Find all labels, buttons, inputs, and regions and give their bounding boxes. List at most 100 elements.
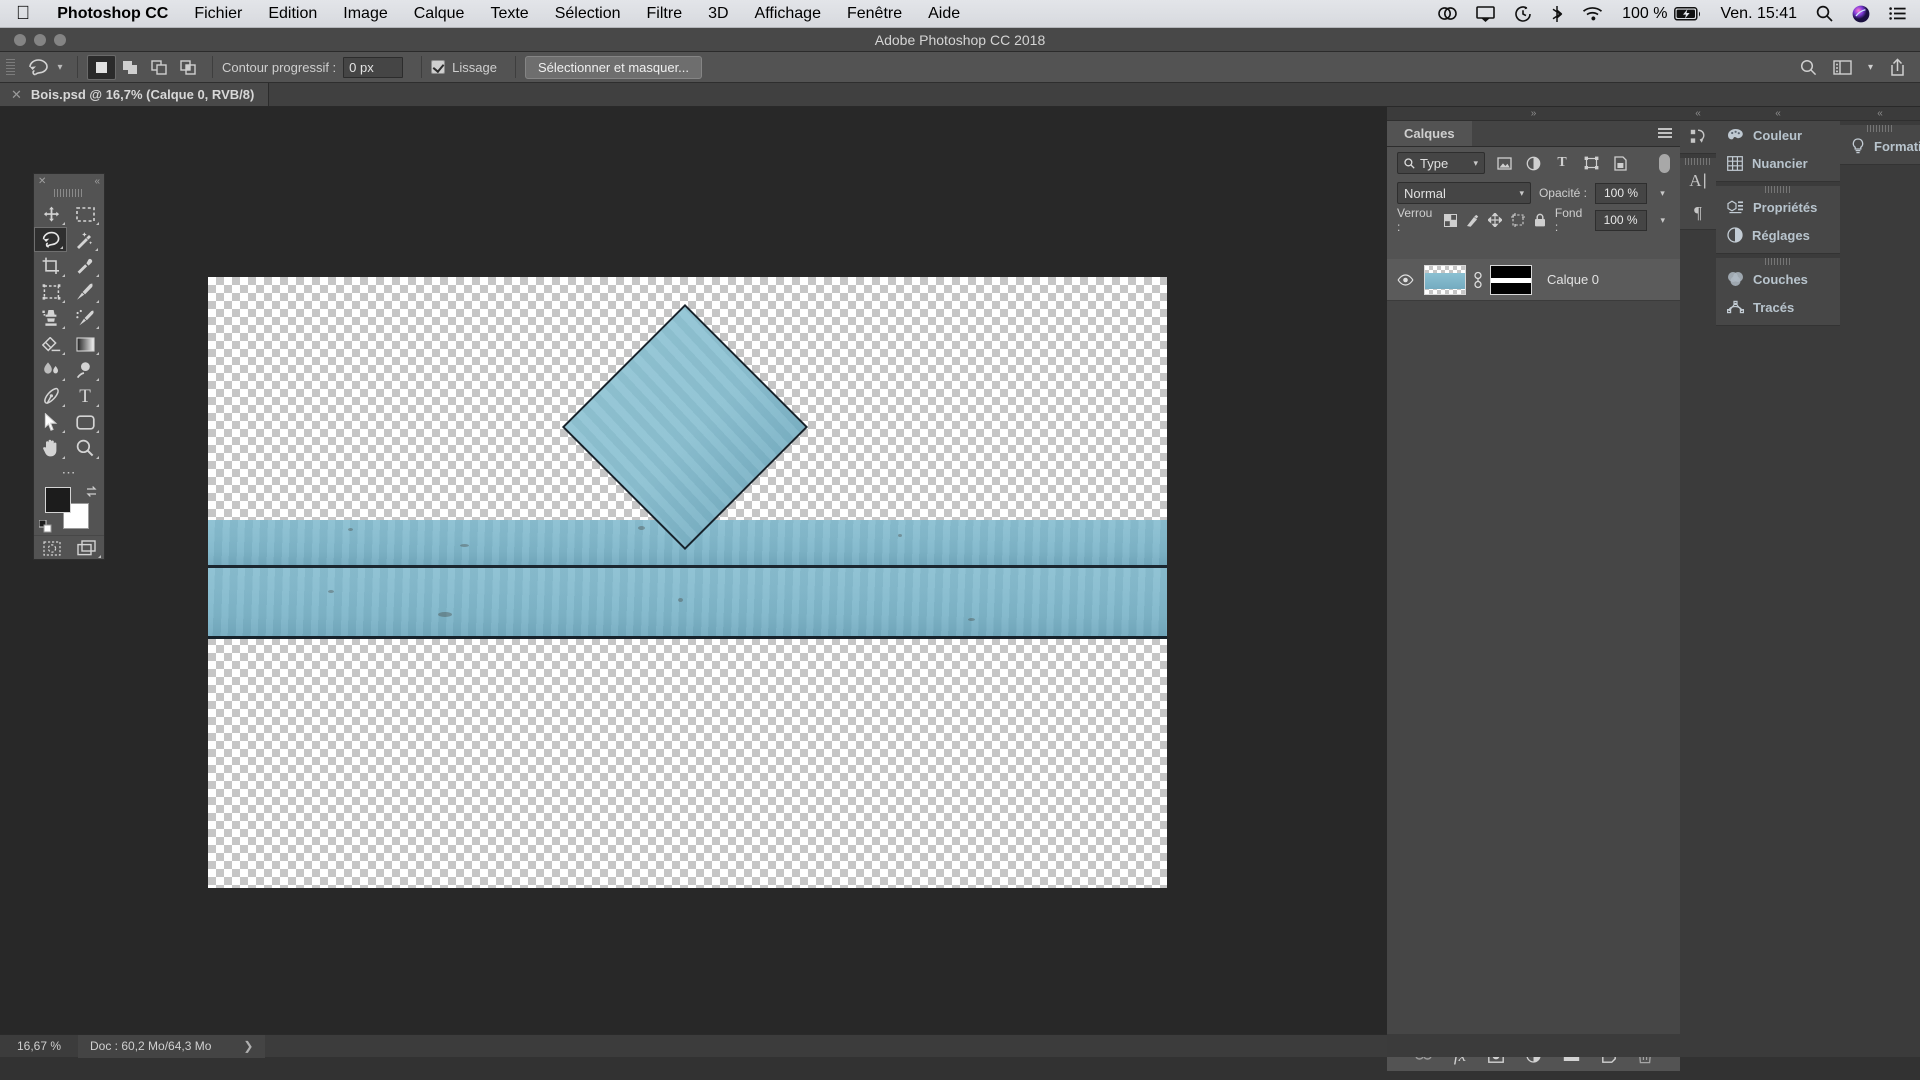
learn-panel-drag-handle[interactable] (1867, 125, 1893, 132)
layer-row[interactable]: Calque 0 (1387, 259, 1680, 301)
checkbox-box[interactable] (431, 60, 446, 74)
menu-item-fenetre[interactable]: Fenêtre (834, 5, 915, 23)
fill-stepper-chevron-down-icon[interactable]: ▾ (1656, 215, 1670, 226)
lasso-tool[interactable] (34, 227, 67, 252)
menu-item-selection[interactable]: Sélection (542, 5, 634, 23)
document-canvas[interactable] (208, 277, 1167, 888)
paragraph-panel-icon[interactable]: ¶ (1680, 197, 1716, 229)
panel-group-drag-handle-1[interactable] (1765, 186, 1791, 193)
document-tab[interactable]: ✕ Bois.psd @ 16,7% (Calque 0, RVB/8) (0, 83, 270, 106)
foreground-color-swatch[interactable] (45, 487, 71, 513)
magic-wand-tool[interactable] (67, 227, 101, 253)
menu-bar-clock[interactable]: Ven. 15:41 (1720, 5, 1797, 23)
wifi-icon[interactable] (1582, 6, 1603, 21)
layer-name[interactable]: Calque 0 (1539, 272, 1599, 287)
new-selection-button[interactable] (87, 54, 116, 80)
icon-dock-collapse-button[interactable]: « (1680, 107, 1716, 121)
history-brush-tool[interactable] (68, 305, 102, 331)
airplay-icon[interactable] (1476, 5, 1495, 22)
swap-colors-icon[interactable] (85, 485, 98, 498)
panel-button-reglages[interactable]: Réglages (1716, 221, 1840, 249)
panel-button-couleur[interactable]: Couleur (1716, 121, 1840, 149)
search-icon[interactable] (1800, 59, 1817, 76)
menu-item-aide[interactable]: Aide (915, 5, 973, 23)
menu-item-3d[interactable]: 3D (695, 5, 741, 23)
menu-item-fichier[interactable]: Fichier (181, 5, 255, 23)
blur-tool[interactable] (34, 357, 68, 383)
add-to-selection-button[interactable] (116, 55, 145, 80)
panel-menu-icon[interactable] (1658, 128, 1672, 139)
layer-filter-type-dropdown[interactable]: Type ▾ (1397, 152, 1485, 174)
collapse-double-left-icon[interactable]: « (94, 176, 100, 187)
hand-tool[interactable] (34, 435, 68, 461)
close-icon[interactable]: ✕ (38, 176, 46, 187)
tools-panel[interactable]: ✕ « T ⋯ (33, 173, 105, 560)
panel-button-formation[interactable]: Formation (1840, 132, 1920, 160)
notification-center-icon[interactable] (1889, 7, 1906, 20)
history-panel-icon[interactable] (1680, 121, 1716, 153)
siri-icon[interactable] (1852, 5, 1870, 23)
adjustment-filter-icon[interactable] (1523, 156, 1543, 171)
layers-list[interactable]: Calque 0 (1387, 259, 1680, 1039)
menu-item-affichage[interactable]: Affichage (742, 5, 834, 23)
screen-mode-icon[interactable] (69, 536, 104, 560)
lock-transparency-icon[interactable] (1443, 213, 1457, 227)
layer-mask-thumbnail[interactable] (1490, 264, 1532, 295)
panel-button-traces[interactable]: Tracés (1716, 293, 1840, 321)
shape-filter-icon[interactable] (1581, 156, 1601, 170)
spotlight-search-icon[interactable] (1816, 5, 1833, 22)
rectangular-marquee-tool[interactable] (68, 201, 102, 227)
collapsed-panels-collapse-button[interactable]: « (1716, 107, 1840, 121)
lock-position-icon[interactable] (1487, 213, 1502, 227)
battery-status[interactable]: 100 % (1622, 5, 1701, 23)
learn-panel-collapse-button[interactable]: « (1840, 107, 1920, 121)
menu-item-edition[interactable]: Edition (255, 5, 330, 23)
chevron-right-icon[interactable]: ❯ (243, 1039, 253, 1053)
tool-preset-chevron-down-icon[interactable]: ▾ (52, 62, 68, 73)
rectangle-shape-tool[interactable] (68, 409, 102, 435)
eye-icon[interactable] (1393, 273, 1417, 286)
blend-mode-dropdown[interactable]: Normal ▾ (1397, 182, 1531, 204)
clone-stamp-tool[interactable] (34, 305, 68, 331)
menu-item-filtre[interactable]: Filtre (634, 5, 696, 23)
filter-enable-toggle[interactable] (1659, 153, 1670, 173)
gradient-tool[interactable] (68, 331, 102, 357)
mask-link-icon[interactable] (1473, 271, 1483, 289)
zoom-tool[interactable] (68, 435, 102, 461)
menu-item-texte[interactable]: Texte (477, 5, 541, 23)
lasso-tool-icon[interactable] (22, 55, 52, 79)
pen-tool[interactable] (34, 383, 68, 409)
lock-image-icon[interactable] (1466, 214, 1479, 227)
subtract-from-selection-button[interactable] (145, 55, 174, 80)
chevron-down-icon[interactable]: ▾ (1465, 158, 1478, 169)
crop-tool[interactable] (34, 253, 68, 279)
intersect-selection-button[interactable] (174, 55, 203, 80)
tools-panel-drag-handle[interactable] (54, 189, 84, 197)
chevron-down-icon[interactable]: ▾ (1511, 188, 1524, 199)
dodge-tool[interactable] (68, 357, 102, 383)
lock-all-icon[interactable] (1534, 213, 1546, 227)
type-filter-icon[interactable]: T (1552, 155, 1572, 171)
brush-tool[interactable] (68, 279, 102, 305)
menu-item-image[interactable]: Image (330, 5, 400, 23)
canvas-area[interactable] (0, 107, 1387, 1057)
workspace-chevron-down-icon[interactable]: ▾ (1868, 62, 1873, 73)
share-icon[interactable] (1889, 58, 1906, 76)
type-tool[interactable]: T (68, 383, 102, 409)
default-colors-icon[interactable] (39, 520, 52, 533)
smart-object-filter-icon[interactable] (1610, 155, 1630, 171)
opacity-stepper-chevron-down-icon[interactable]: ▾ (1655, 188, 1670, 199)
creative-cloud-icon[interactable] (1438, 5, 1457, 22)
menu-item-app-name[interactable]: Photoshop CC (44, 5, 181, 23)
time-machine-icon[interactable] (1514, 5, 1532, 23)
select-and-mask-button[interactable]: Sélectionner et masquer... (524, 55, 703, 79)
panel-button-couches[interactable]: Couches (1716, 265, 1840, 293)
move-tool[interactable] (34, 201, 68, 227)
antialias-checkbox[interactable]: Lissage (431, 60, 497, 75)
document-info[interactable]: Doc : 60,2 Mo/64,3 Mo ❯ (78, 1034, 266, 1058)
tab-calques[interactable]: Calques (1387, 121, 1472, 146)
menu-item-calque[interactable]: Calque (401, 5, 478, 23)
panel-group-drag-handle-2[interactable] (1765, 258, 1791, 265)
close-icon[interactable]: ✕ (11, 87, 22, 103)
layer-thumbnail[interactable] (1424, 264, 1466, 295)
